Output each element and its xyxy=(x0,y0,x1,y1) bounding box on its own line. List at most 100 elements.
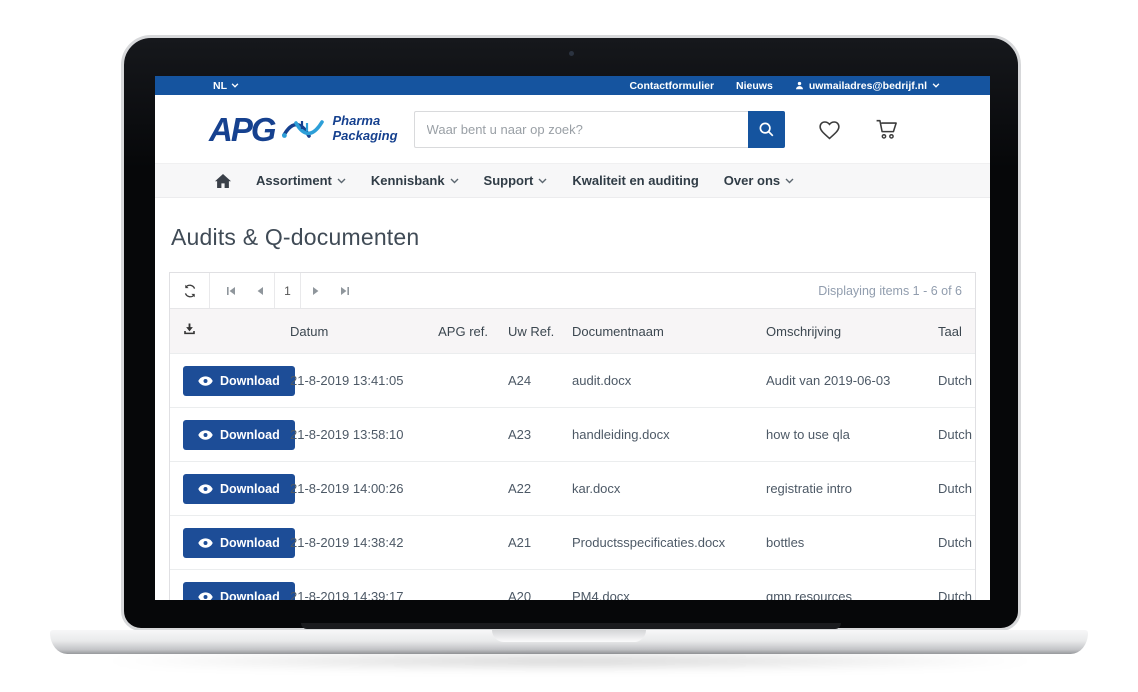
chevron-down-icon xyxy=(538,178,547,184)
logo-apg-text: APG xyxy=(209,113,275,146)
cell-taal: Dutch xyxy=(938,481,987,496)
cart-icon xyxy=(874,117,901,141)
download-column-header[interactable] xyxy=(170,323,290,339)
cell-datum: 21-8-2019 14:38:42 xyxy=(290,535,430,550)
user-icon xyxy=(795,81,804,90)
column-header-taal[interactable]: Taal xyxy=(938,324,977,339)
pager: 1 xyxy=(216,273,359,308)
stage: NL Contactformulier Nieuws uwmailadres@b… xyxy=(0,0,1138,692)
next-page-icon xyxy=(311,286,321,296)
download-cell: Download xyxy=(170,528,290,558)
main-content: Audits & Q-documenten xyxy=(155,224,990,600)
cell-omschrijving: bottles xyxy=(760,535,938,550)
topbar-link-nieuws[interactable]: Nieuws xyxy=(736,80,773,92)
first-page-button[interactable] xyxy=(216,273,245,308)
account-menu[interactable]: uwmailadres@bedrijf.nl xyxy=(795,80,940,92)
cell-datum: 21-8-2019 14:39:17 xyxy=(290,589,430,600)
nav-over-ons[interactable]: Over ons xyxy=(724,173,794,188)
cell-uw-ref: A23 xyxy=(488,427,566,442)
toolbar-spacer xyxy=(359,273,818,308)
column-header-apg-ref[interactable]: APG ref. xyxy=(430,324,488,339)
nav-label: Kennisbank xyxy=(371,173,445,188)
download-button[interactable]: Download xyxy=(183,528,295,558)
logo-tagline-line2: Packaging xyxy=(333,129,398,144)
prev-page-button[interactable] xyxy=(245,273,274,308)
laptop-screen-frame: NL Contactformulier Nieuws uwmailadres@b… xyxy=(121,35,1021,631)
page-number-input[interactable]: 1 xyxy=(274,273,301,308)
download-button-label: Download xyxy=(220,590,280,601)
cell-omschrijving: registratie intro xyxy=(760,481,938,496)
search-bar xyxy=(414,111,785,148)
table-row: Download 21-8-2019 14:38:42 A21 Products… xyxy=(170,515,975,569)
download-button-label: Download xyxy=(220,374,280,388)
table-row: Download 21-8-2019 13:58:10 A23 handleid… xyxy=(170,407,975,461)
cell-omschrijving: Audit van 2019-06-03 xyxy=(760,373,938,388)
nav-support[interactable]: Support xyxy=(484,173,548,188)
download-button[interactable]: Download xyxy=(183,474,295,504)
chevron-down-icon xyxy=(337,178,346,184)
nav-label: Assortiment xyxy=(256,173,332,188)
logo-tagline: Pharma Packaging xyxy=(333,114,398,144)
eye-icon xyxy=(198,592,213,601)
cell-omschrijving: gmp resources xyxy=(760,589,938,600)
chevron-down-icon xyxy=(450,178,459,184)
logo[interactable]: APG Pharma Packaging xyxy=(209,113,398,146)
logo-tagline-line1: Pharma xyxy=(333,114,398,129)
laptop-hinge xyxy=(301,623,841,629)
topbar-link-contactformulier[interactable]: Contactformulier xyxy=(629,80,714,92)
table-row: Download 21-8-2019 13:41:05 A24 audit.do… xyxy=(170,353,975,407)
first-page-icon xyxy=(226,286,236,296)
download-button[interactable]: Download xyxy=(183,582,295,601)
nav-label: Over ons xyxy=(724,173,780,188)
column-header-uw-ref[interactable]: Uw Ref. xyxy=(488,324,566,339)
language-selector[interactable]: NL xyxy=(213,80,239,92)
download-button-label: Download xyxy=(220,482,280,496)
refresh-button[interactable] xyxy=(170,273,210,308)
wishlist-button[interactable] xyxy=(817,118,842,141)
download-button[interactable]: Download xyxy=(183,420,295,450)
search-input[interactable] xyxy=(414,111,748,148)
cart-button[interactable] xyxy=(874,117,901,141)
eye-icon xyxy=(198,430,213,440)
cell-uw-ref: A21 xyxy=(488,535,566,550)
cell-taal: Dutch xyxy=(938,373,987,388)
grid-toolbar: 1 Displaying items 1 - 6 of 6 xyxy=(170,273,975,309)
table-row: Download 21-8-2019 14:39:17 A20 PM4.docx… xyxy=(170,569,975,600)
page-title: Audits & Q-documenten xyxy=(171,224,974,251)
chevron-down-icon xyxy=(785,178,794,184)
nav-kwaliteit-en-auditing[interactable]: Kwaliteit en auditing xyxy=(572,173,698,188)
next-page-button[interactable] xyxy=(301,273,330,308)
download-tray-icon xyxy=(183,323,196,336)
cell-datum: 21-8-2019 14:00:26 xyxy=(290,481,430,496)
column-header-omschrijving[interactable]: Omschrijving xyxy=(760,324,938,339)
cell-omschrijving: how to use qla xyxy=(760,427,938,442)
download-cell: Download xyxy=(170,474,290,504)
nav-kennisbank[interactable]: Kennisbank xyxy=(371,173,459,188)
eye-icon xyxy=(198,484,213,494)
nav-home[interactable] xyxy=(215,174,231,188)
laptop-screen-content: NL Contactformulier Nieuws uwmailadres@b… xyxy=(155,76,990,600)
cell-documentnaam: handleiding.docx xyxy=(566,427,760,442)
grid-body: Download 21-8-2019 13:41:05 A24 audit.do… xyxy=(170,353,975,600)
search-button[interactable] xyxy=(748,111,785,148)
search-icon xyxy=(758,121,775,138)
download-button-label: Download xyxy=(220,536,280,550)
laptop-base xyxy=(50,630,1088,654)
cell-taal: Dutch xyxy=(938,535,987,550)
last-page-icon xyxy=(340,286,350,296)
nav-label: Support xyxy=(484,173,534,188)
cell-documentnaam: audit.docx xyxy=(566,373,760,388)
language-label: NL xyxy=(213,80,227,92)
cell-uw-ref: A20 xyxy=(488,589,566,600)
cell-uw-ref: A24 xyxy=(488,373,566,388)
documents-grid: 1 Displaying items 1 - 6 of 6 xyxy=(169,272,976,600)
nav-assortiment[interactable]: Assortiment xyxy=(256,173,346,188)
main-nav: Assortiment Kennisbank Support Kwaliteit… xyxy=(155,163,990,198)
account-email: uwmailadres@bedrijf.nl xyxy=(809,80,927,92)
cell-datum: 21-8-2019 13:58:10 xyxy=(290,427,430,442)
last-page-button[interactable] xyxy=(330,273,359,308)
column-header-datum[interactable]: Datum xyxy=(290,324,430,339)
download-button[interactable]: Download xyxy=(183,366,295,396)
chevron-down-icon xyxy=(231,83,239,88)
column-header-documentnaam[interactable]: Documentnaam xyxy=(566,324,760,339)
